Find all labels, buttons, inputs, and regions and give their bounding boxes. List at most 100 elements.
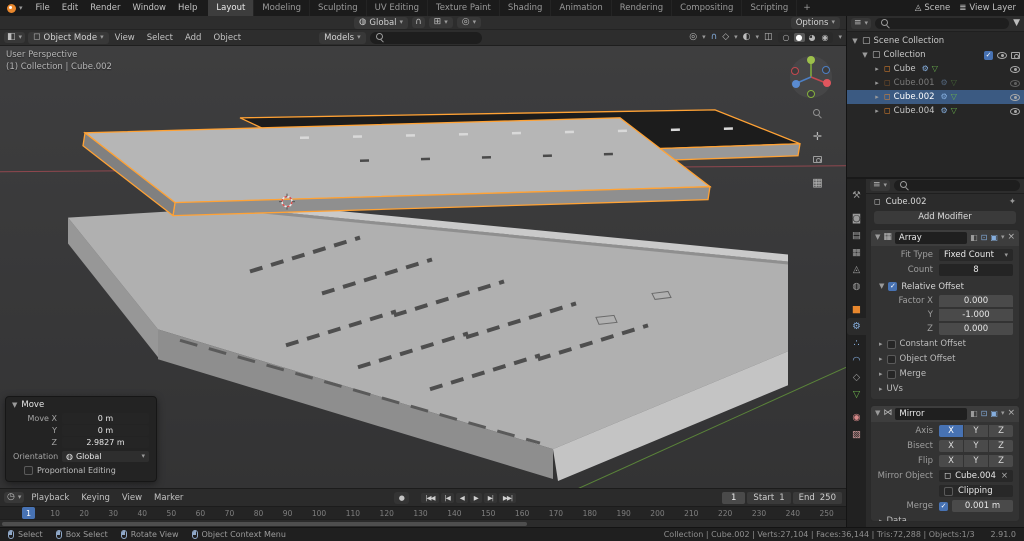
properties-tab-material[interactable]: ◉ [847,409,866,426]
play-button[interactable]: ▶ [469,492,482,503]
workspace-tab-scripting[interactable]: Scripting [742,0,798,16]
navigation-gizmo[interactable] [788,54,834,100]
workspace-tab-animation[interactable]: Animation [551,0,612,16]
menu-select[interactable]: Select [141,33,179,43]
proportional-editing-dropdown[interactable]: ◎ ▾ [456,17,482,28]
jump-to-end-button[interactable]: ▶▶| [498,492,517,503]
caps-section[interactable]: ▸ Caps [877,398,1013,399]
factor-y-field[interactable]: -1.000 [939,309,1013,322]
mirror-modifier-header[interactable]: ▼ ⋈ Mirror ◧ ⊡ ▣ ▾ × [871,405,1019,422]
properties-tab-constraints[interactable]: ◇ [847,369,866,386]
properties-tab-modifiers[interactable]: ⚙ [847,318,866,335]
render-display-toggle[interactable]: ▣ [990,409,998,418]
jump-to-start-button[interactable]: |◀◀ [421,492,439,503]
flip-z-button[interactable]: Z [989,455,1013,468]
modifier-extras-menu-icon[interactable]: ▾ [1001,234,1005,241]
realtime-display-toggle[interactable]: ⊡ [981,409,988,418]
pin-icon[interactable]: ✦ [1009,197,1016,207]
pivot-point-icon[interactable]: ◎ [689,33,697,42]
merge-section[interactable]: ▸ Merge [877,368,1013,381]
properties-tab-physics[interactable]: ◠ [847,352,866,369]
object-offset-checkbox[interactable] [886,354,896,364]
play-reverse-button[interactable]: ◀ [455,492,468,503]
factor-z-field[interactable]: 0.000 [939,323,1013,336]
outliner-row-scene-collection[interactable]: ▼ ▢ Scene Collection [847,34,1024,48]
snap-target-dropdown[interactable]: ⊞ ▾ [428,17,453,28]
menu-timeline-view[interactable]: View [117,493,147,503]
shading-material-icon[interactable]: ◕ [807,33,818,42]
menu-window[interactable]: Window [126,0,172,16]
menu-render[interactable]: Render [84,0,126,16]
merge-threshold-field[interactable]: 0.001 m [952,500,1013,513]
properties-tab-object[interactable]: ■ [847,301,866,318]
relative-offset-subpanel[interactable]: ▼ ✓ Relative Offset [877,279,1013,293]
bisect-z-button[interactable]: Z [989,440,1013,453]
bisect-x-button[interactable]: X [939,440,963,453]
modifier-close-button[interactable]: × [1007,409,1015,418]
properties-tab-render[interactable]: ◙ [847,210,866,227]
shading-solid-icon[interactable]: ● [793,33,805,42]
viewport-search[interactable] [369,31,482,44]
workspace-tab-compositing[interactable]: Compositing [672,0,743,16]
workspace-tab-shading[interactable]: Shading [500,0,552,16]
view-layer-selector[interactable]: ≣ View Layer [959,3,1016,13]
outliner-row-cube[interactable]: ▸ ◻ Cube ⚙ ▽ [847,62,1024,76]
array-modifier-header[interactable]: ▼ ▦ Array ◧ ⊡ ▣ ▾ × [871,229,1019,246]
shading-wireframe-icon[interactable]: ○ [781,33,792,42]
panel-collapse-icon[interactable]: ▼ [12,401,17,409]
outliner-row-cube-001[interactable]: ▸ ◻ Cube.001 ⚙ ▽ [847,76,1024,90]
workspace-tab-rendering[interactable]: Rendering [612,0,673,16]
realtime-display-toggle[interactable]: ⊡ [981,233,988,242]
scene-selector[interactable]: ◬ Scene [915,3,950,13]
outliner-row-collection[interactable]: ▼ ▢ Collection ✓ [847,48,1024,62]
timeline-ruler[interactable]: 1 10 20 30 40 50 60 70 80 90 100 110 120… [0,506,846,519]
factor-x-field[interactable]: 0.000 [939,295,1013,308]
expand-icon[interactable]: ▸ [873,107,881,115]
fit-type-dropdown[interactable]: Fixed Count ▾ [939,249,1013,262]
workspace-tab-layout[interactable]: Layout [208,0,255,16]
expand-icon[interactable]: ▸ [873,93,881,101]
clipping-checkbox[interactable] [944,486,953,496]
axis-z-button[interactable]: Z [989,425,1013,438]
options-dropdown[interactable]: Options ▾ [790,16,840,29]
viewport-3d[interactable]: User Perspective (1) Collection | Cube.0… [0,46,846,488]
modifier-close-button[interactable]: × [1007,233,1015,242]
shading-rendered-icon[interactable]: ◉ [820,33,831,42]
collection-checkbox[interactable]: ✓ [984,50,993,60]
menu-playback[interactable]: Playback [26,493,74,503]
expand-icon[interactable]: ▼ [861,51,869,59]
workspace-tab-texture-paint[interactable]: Texture Paint [428,0,500,16]
mode-dropdown[interactable]: ◻ Object Mode ▾ [28,31,109,44]
menu-help[interactable]: Help [172,0,203,16]
menu-add[interactable]: Add [179,33,207,43]
panel-collapse-icon[interactable]: ▼ [875,410,880,417]
properties-search-input[interactable] [913,180,1014,191]
outliner-row-cube-004[interactable]: ▸ ◻ Cube.004 ⚙ ▽ [847,104,1024,118]
editmode-display-toggle[interactable]: ◧ [970,409,978,418]
properties-tab-particles[interactable]: ∴ [847,335,866,352]
move-y-field[interactable]: 0 m [62,425,149,436]
outliner-editor-type-button[interactable]: ≡ ▾ [851,18,872,29]
snap-magnet-icon[interactable]: ∩ [711,33,718,42]
move-x-field[interactable]: 0 m [62,413,149,424]
current-frame-field[interactable]: 1 [722,491,746,504]
eye-icon[interactable] [1010,107,1020,115]
outliner-search-input[interactable] [894,18,1004,29]
asset-category-dropdown[interactable]: Models ▾ [319,31,366,44]
mirror-merge-checkbox[interactable]: ✓ [939,501,948,511]
menu-file[interactable]: File [30,0,56,16]
timeline-editor-type-button[interactable]: ◷ ▾ [4,492,25,503]
outliner-row-cube-002[interactable]: ▸ ◻ Cube.002 ⚙ ▽ [847,90,1024,104]
eye-icon[interactable] [1010,79,1020,87]
properties-tab-tool[interactable]: ⚒ [847,187,866,204]
constant-offset-checkbox[interactable] [886,339,896,349]
panel-collapse-icon[interactable]: ▼ [875,234,880,241]
clear-object-icon[interactable]: × [1001,471,1008,481]
render-display-toggle[interactable]: ▣ [990,233,998,242]
mirror-object-field[interactable]: ◻ Cube.004 × [939,470,1013,483]
relative-offset-checkbox[interactable]: ✓ [888,282,898,292]
expand-icon[interactable]: ▸ [873,79,881,87]
data-section[interactable]: ▸ Data [877,515,1013,521]
eye-icon[interactable] [997,51,1007,59]
properties-tab-view-layer[interactable]: ▦ [847,244,866,261]
